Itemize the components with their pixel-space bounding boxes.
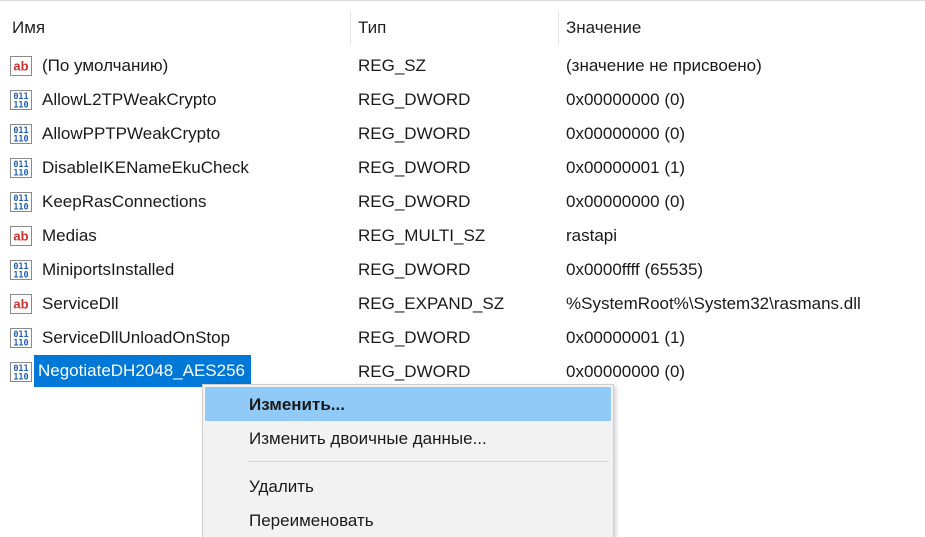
value-data: 0x00000000 (0) (566, 90, 686, 109)
value-data: 0x00000001 (1) (566, 158, 686, 177)
string-value-icon: ab (10, 56, 32, 76)
column-header-type[interactable]: Тип (358, 18, 386, 38)
binary-value-icon: 011 110 (10, 124, 32, 145)
value-name: Medias (42, 226, 97, 245)
svg-text:ab: ab (13, 229, 28, 244)
table-row[interactable]: 011 110 DisableIKENameEkuCheck REG_DWORD 0x0… (0, 152, 925, 186)
table-row[interactable]: 011 110 AllowL2TPWeakCrypto REG_DWORD 0x0000… (0, 84, 925, 118)
value-type: REG_SZ (358, 56, 427, 75)
binary-value-icon: 011 110 (10, 192, 32, 213)
column-divider[interactable] (350, 11, 351, 45)
table-row[interactable]: 011 110 AllowPPTPWeakCrypto REG_DWORD 0x0000… (0, 118, 925, 152)
selected-value-name: NegotiateDH2048_AES256 (34, 355, 251, 387)
value-type: REG_DWORD (358, 90, 471, 109)
value-data: 0x00000000 (0) (566, 362, 686, 381)
value-data: 0x00000000 (0) (566, 192, 686, 211)
table-row[interactable]: 011 110 ServiceDllUnloadOnStop REG_DWORD 0x0… (0, 322, 925, 356)
string-value-icon: ab (10, 226, 32, 246)
table-row[interactable]: 011 110 KeepRasConnections REG_DWORD 0x00000… (0, 186, 925, 220)
table-row[interactable]: ab ServiceDll REG_EXPAND_SZ %SystemRoot%\Sy… (0, 288, 925, 322)
value-data: 0x00000000 (0) (566, 124, 686, 143)
value-name: KeepRasConnections (42, 192, 207, 211)
value-data: rastapi (566, 226, 618, 245)
menu-item-rename[interactable]: Переименовать (205, 503, 611, 537)
svg-text:110: 110 (13, 339, 28, 349)
table-row[interactable]: 011 110 MiniportsInstalled REG_DWORD 0x0000f… (0, 254, 925, 288)
column-header-value[interactable]: Значение (566, 18, 641, 38)
menu-item-delete-label: Удалить (249, 477, 314, 496)
value-name: ServiceDllUnloadOnStop (42, 328, 231, 347)
value-type: REG_DWORD (358, 124, 471, 143)
menu-item-modify-label: Изменить... (249, 395, 345, 414)
value-type: REG_DWORD (358, 158, 471, 177)
value-data: 0x0000ffff (65535) (566, 260, 704, 279)
value-name: AllowPPTPWeakCrypto (42, 124, 221, 143)
value-type: REG_MULTI_SZ (358, 226, 486, 245)
svg-text:110: 110 (13, 101, 28, 111)
value-name: AllowL2TPWeakCrypto (42, 90, 217, 109)
column-header: Имя Тип Значение (0, 0, 925, 45)
menu-item-modify[interactable]: Изменить... (205, 387, 611, 421)
svg-text:110: 110 (13, 169, 28, 179)
column-divider[interactable] (558, 11, 559, 45)
value-data: %SystemRoot%\System32\rasmans.dll (566, 294, 861, 313)
menu-separator (247, 461, 609, 462)
value-data: 0x00000001 (1) (566, 328, 686, 347)
table-row[interactable]: ab Medias REG_MULTI_SZ rastapi (0, 220, 925, 254)
menu-item-modify-binary[interactable]: Изменить двоичные данные... (205, 421, 611, 455)
string-value-icon: ab (10, 294, 32, 314)
value-type: REG_DWORD (358, 362, 471, 381)
binary-value-icon: 011 110 (10, 260, 32, 281)
binary-value-icon: 011 110 (10, 328, 32, 349)
svg-text:110: 110 (13, 373, 28, 383)
menu-item-delete[interactable]: Удалить (205, 469, 611, 503)
binary-value-icon: 011 110 (10, 362, 32, 383)
svg-text:ab: ab (13, 59, 28, 74)
value-name: MiniportsInstalled (42, 260, 175, 279)
svg-text:ab: ab (13, 297, 28, 312)
value-data: (значение не присвоено) (566, 56, 762, 75)
table-row[interactable]: ab (По умолчанию) REG_SZ (значение не присв… (0, 50, 925, 84)
context-menu: Изменить... Изменить двоичные данные... … (202, 384, 614, 537)
value-type: REG_DWORD (358, 328, 471, 347)
value-name: DisableIKENameEkuCheck (42, 158, 249, 177)
value-name: ServiceDll (42, 294, 119, 313)
binary-value-icon: 011 110 (10, 158, 32, 179)
column-header-name[interactable]: Имя (12, 18, 45, 38)
binary-value-icon: 011 110 (10, 90, 32, 111)
value-type: REG_EXPAND_SZ (358, 294, 505, 313)
value-type: REG_DWORD (358, 192, 471, 211)
menu-item-modify-binary-label: Изменить двоичные данные... (249, 429, 487, 448)
svg-text:110: 110 (13, 271, 28, 281)
value-name: (По умолчанию) (42, 56, 169, 75)
menu-item-rename-label: Переименовать (249, 511, 374, 530)
value-type: REG_DWORD (358, 260, 471, 279)
svg-text:110: 110 (13, 135, 28, 145)
svg-text:110: 110 (13, 203, 28, 213)
